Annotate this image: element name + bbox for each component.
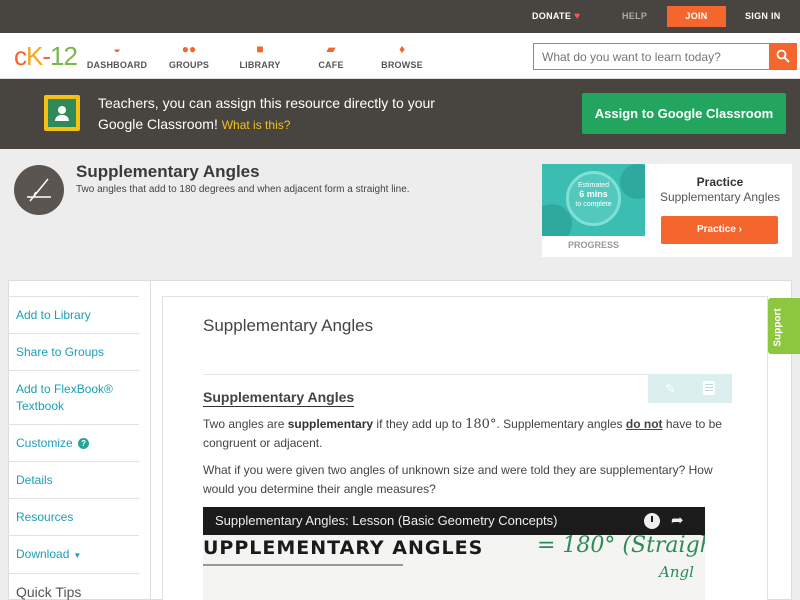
support-tab[interactable]: Support: [768, 298, 800, 354]
assign-to-google-classroom-button[interactable]: Assign to Google Classroom: [582, 93, 786, 134]
logo-dash: -: [42, 41, 51, 71]
nav-cafe[interactable]: ▰ CAFE: [296, 41, 366, 70]
sidebar-item-add-to-flexbook[interactable]: Add to FlexBook® Textbook: [8, 371, 139, 425]
help-link[interactable]: HELP: [622, 0, 647, 33]
google-classroom-icon: [44, 95, 80, 131]
concept-icon: [14, 165, 64, 215]
chevron-right-icon: ›: [738, 224, 743, 235]
video-title[interactable]: Supplementary Angles: Lesson (Basic Geom…: [215, 513, 558, 528]
support-label: Support: [772, 308, 784, 347]
nav-groups[interactable]: ●● GROUPS: [154, 41, 224, 70]
sidebar-item-share-to-groups[interactable]: Share to Groups: [8, 334, 139, 371]
notes-icon[interactable]: [703, 381, 715, 395]
progress-label: PROGRESS: [567, 240, 619, 250]
watch-later-icon[interactable]: [644, 513, 660, 529]
logo-c: c: [14, 41, 27, 71]
donate-label: DONATE: [532, 11, 572, 21]
sidebar-divider: [150, 280, 151, 600]
search-icon: [776, 49, 790, 63]
ck12-logo[interactable]: cK-12: [14, 41, 78, 72]
video-handwriting-2: Angl: [659, 563, 694, 581]
donate-link[interactable]: DONATE ♥: [532, 0, 580, 33]
nav-browse-label: BROWSE: [381, 60, 423, 70]
dashboard-icon: ◒: [113, 42, 121, 56]
download-label: Download: [16, 547, 70, 561]
video-handwriting: = 180° (Straigh: [537, 533, 705, 558]
heart-icon: ♥: [574, 11, 581, 22]
groups-icon: ●●: [181, 42, 197, 56]
search-button[interactable]: [769, 43, 797, 70]
lesson-content: Supplementary Angles ✎ Supplementary Ang…: [162, 296, 768, 600]
library-icon: ■: [256, 42, 264, 56]
logo-number: 12: [50, 41, 78, 71]
search-input[interactable]: [533, 43, 769, 70]
google-classroom-banner: Teachers, you can assign this resource d…: [0, 79, 800, 149]
sidebar-item-add-to-library[interactable]: Add to Library: [8, 296, 139, 334]
edit-tools: ✎: [648, 374, 732, 403]
help-icon[interactable]: ?: [78, 438, 90, 449]
estimate-text: Estimated 6 mins to complete: [575, 182, 612, 208]
nav-groups-label: GROUPS: [168, 60, 210, 70]
sidebar-item-customize[interactable]: Customize ?: [8, 425, 139, 462]
banner-text: Teachers, you can assign this resource d…: [98, 93, 438, 136]
practice-button-label: Practice: [696, 224, 736, 235]
video-player[interactable]: UPPLEMENTARY ANGLES = 180° (Straigh Angl…: [203, 507, 705, 600]
sidebar: Add to Library Share to Groups Add to Fl…: [8, 296, 139, 600]
caret-down-icon: ▼: [73, 551, 82, 560]
quick-tips-heading: Quick Tips: [16, 584, 82, 600]
math-180: 180°: [465, 417, 497, 432]
nav-dashboard-label: DASHBOARD: [86, 60, 148, 70]
top-utility-bar: DONATE ♥ HELP JOIN SIGN IN: [0, 0, 800, 33]
nav-dashboard[interactable]: ◒ DASHBOARD: [82, 41, 152, 70]
join-button[interactable]: JOIN: [667, 6, 726, 27]
nav-browse[interactable]: ♦ BROWSE: [367, 41, 437, 70]
video-title-bar: Supplementary Angles: Lesson (Basic Geom…: [203, 507, 705, 535]
cafe-icon: ▰: [326, 42, 336, 56]
geometry-icon: [27, 178, 51, 202]
practice-button[interactable]: Practice ›: [661, 216, 778, 244]
share-icon[interactable]: ➦: [671, 511, 684, 529]
what-is-this-link[interactable]: What is this?: [222, 118, 291, 132]
definition-paragraph: Two angles are supplementary if they add…: [203, 417, 722, 450]
sign-in-link[interactable]: SIGN IN: [745, 0, 781, 33]
progress-graphic: Estimated 6 mins to complete: [542, 164, 645, 236]
concept-title: Supplementary Angles: [76, 162, 260, 181]
question-paragraph: What if you were given two angles of unk…: [203, 463, 713, 496]
browse-icon: ♦: [398, 42, 406, 56]
sidebar-item-resources[interactable]: Resources: [8, 499, 139, 536]
main-navbar: cK-12 ◒ DASHBOARD ●● GROUPS ■ LIBRARY ▰ …: [0, 33, 800, 79]
nav-cafe-label: CAFE: [318, 60, 344, 70]
nav-library[interactable]: ■ LIBRARY: [225, 41, 295, 70]
logo-k: K: [26, 41, 43, 71]
pencil-icon[interactable]: ✎: [665, 381, 676, 397]
nav-library-label: LIBRARY: [239, 60, 281, 70]
sidebar-item-download[interactable]: Download ▼: [8, 536, 139, 574]
practice-card: Estimated 6 mins to complete PROGRESS Pr…: [542, 164, 792, 257]
practice-heading: Practice: [696, 175, 744, 189]
customize-label: Customize: [16, 436, 73, 450]
concept-description: Two angles that add to 180 degrees and w…: [76, 184, 410, 195]
sidebar-item-details[interactable]: Details: [8, 462, 139, 499]
section-title: Supplementary Angles: [203, 389, 355, 407]
practice-subtitle: Supplementary Angles: [659, 190, 781, 204]
video-board-text: UPPLEMENTARY ANGLES: [203, 537, 484, 559]
lesson-title: Supplementary Angles: [203, 316, 374, 335]
